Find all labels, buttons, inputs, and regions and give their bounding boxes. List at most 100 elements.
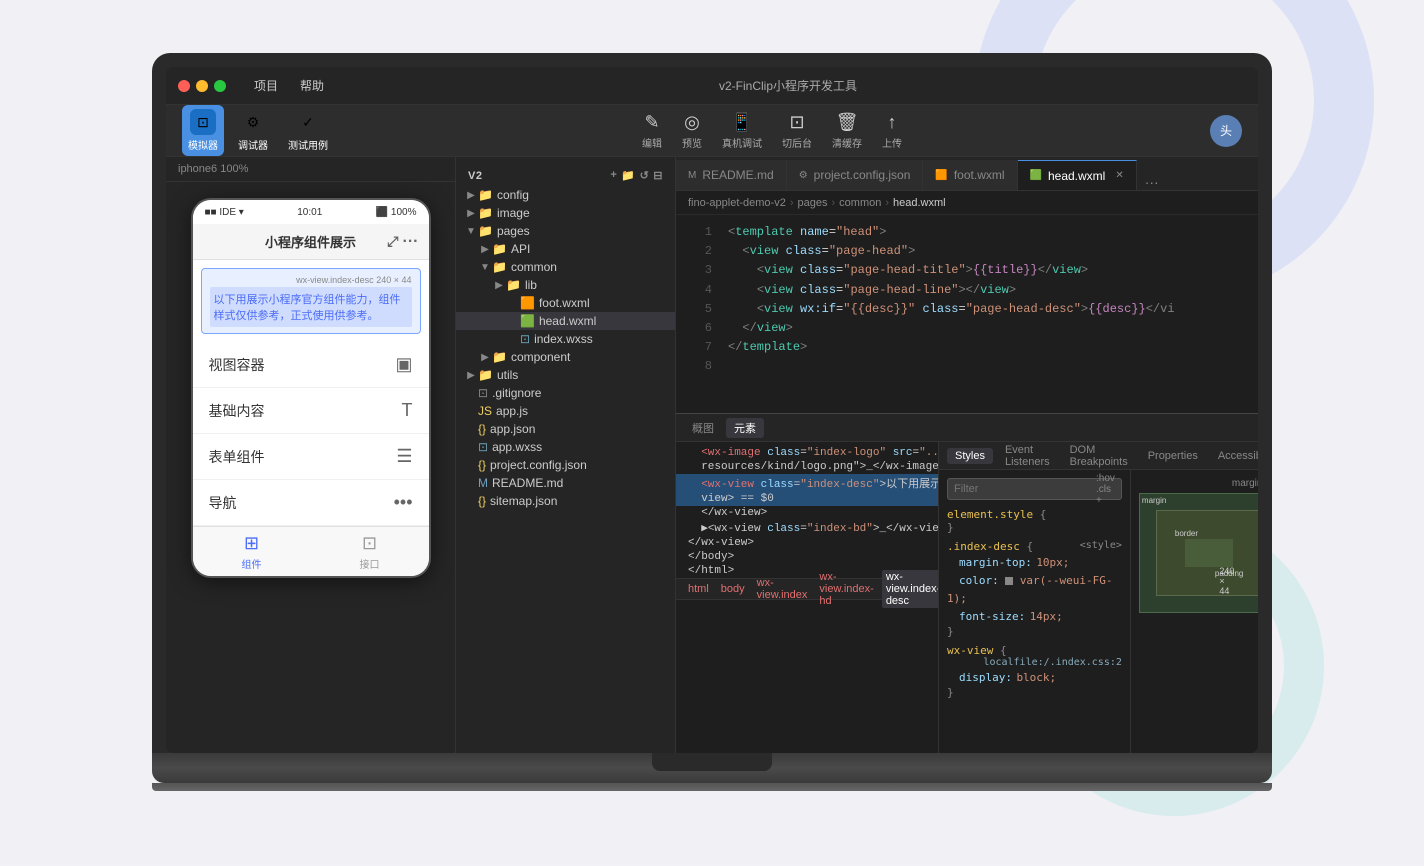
html-line-2[interactable]: <wx-view class="index-desc">以下用展示小程序官方组件…: [676, 474, 938, 492]
devtools-tab-elements[interactable]: 元素: [726, 418, 764, 438]
tree-new-file-icon[interactable]: +: [610, 169, 617, 182]
breadcrumb-item-3[interactable]: head.wxml: [893, 197, 946, 209]
el-bc-wxview-hd[interactable]: wx-view.index-hd: [815, 570, 877, 608]
window-title: v2-FinClip小程序开发工具: [330, 77, 1246, 94]
tree-item-label-sitemap: sitemap.json: [490, 494, 557, 508]
tab-icon-config: ⚙: [799, 170, 808, 181]
filter-bar[interactable]: :hov .cls +: [947, 478, 1122, 500]
tab-more-icon[interactable]: ···: [1137, 174, 1167, 190]
tree-item-pages[interactable]: ▼ 📁 pages: [456, 222, 675, 240]
tab-close-icon[interactable]: ✕: [1115, 170, 1123, 181]
html-line-5[interactable]: ▶<wx-view class="index-bd">_</wx-view>: [676, 520, 938, 536]
edit-action[interactable]: ✎ 编辑: [642, 112, 662, 150]
tree-item-api[interactable]: ▶ 📁 API: [456, 240, 675, 258]
phone-frame: ■■ IDE ▾ 10:01 ⬛ 100% 小程序组件展示 ⤢ ···: [166, 182, 455, 753]
tree-item-lib[interactable]: ▶ 📁 lib: [456, 276, 675, 294]
styles-tab-listeners[interactable]: Event Listeners: [997, 442, 1058, 470]
tab-project-config[interactable]: ⚙ project.config.json: [787, 160, 924, 190]
el-bc-wxview[interactable]: wx-view.index: [753, 576, 812, 602]
list-item-2[interactable]: 表单组件 ☰: [193, 434, 429, 480]
tree-item-gitignore[interactable]: ⊡ .gitignore: [456, 384, 675, 402]
tree-item-image[interactable]: ▶ 📁 image: [456, 204, 675, 222]
tree-new-folder-icon[interactable]: 📁: [621, 169, 635, 182]
tree-item-component[interactable]: ▶ 📁 component: [456, 348, 675, 366]
simulate-button[interactable]: ⊡ 模拟器: [182, 105, 224, 156]
tree-item-utils[interactable]: ▶ 📁 utils: [456, 366, 675, 384]
toolbar-right: 头: [1210, 115, 1242, 147]
tree-collapse-icon[interactable]: ⊟: [653, 169, 663, 182]
test-button[interactable]: ✓ 测试用例: [282, 105, 334, 156]
nav-item-api[interactable]: ⊡ 接口: [311, 533, 429, 571]
list-item-0[interactable]: 视图容器 ▣: [193, 342, 429, 388]
el-bc-body[interactable]: body: [717, 582, 749, 596]
tree-item-project-config[interactable]: {} project.config.json: [456, 456, 675, 474]
tree-item-sitemap[interactable]: {} sitemap.json: [456, 492, 675, 510]
code-line-4: 4 <view class="page-head-line"></view>: [676, 281, 1258, 300]
tab-readme[interactable]: M README.md: [676, 160, 787, 190]
tree-item-app-json[interactable]: {} app.json: [456, 420, 675, 438]
tree-item-app-wxss[interactable]: ⊡ app.wxss: [456, 438, 675, 456]
tree-item-label-utils: utils: [497, 368, 518, 382]
styles-tab-accessibility[interactable]: Accessibility: [1210, 448, 1258, 464]
phone-content: wx-view.index-desc 240 × 44 以下用展示小程序官方组件…: [193, 268, 429, 526]
tab-icon-foot: 🟧: [935, 170, 947, 181]
file-wxss-icon: ⊡: [520, 332, 530, 346]
list-item-label-2: 表单组件: [209, 447, 265, 467]
html-line-1[interactable]: resources/kind/logo.png">_</wx-image>: [676, 460, 938, 474]
html-line-6[interactable]: </wx-view>: [676, 536, 938, 550]
list-item-3[interactable]: 导航 •••: [193, 480, 429, 526]
styles-tab-breakpoints[interactable]: DOM Breakpoints: [1062, 442, 1136, 470]
debug-button[interactable]: ⚙ 调试器: [232, 105, 274, 156]
breadcrumb-item-0[interactable]: fino-applet-demo-v2: [688, 197, 786, 209]
html-line-4[interactable]: </wx-view>: [676, 506, 938, 520]
code-line-8: 8: [676, 357, 1258, 376]
nav-item-component[interactable]: ⊞ 组件: [193, 533, 311, 571]
device-action[interactable]: 📱 真机调试: [722, 112, 762, 150]
tree-item-label-app-wxss: app.wxss: [492, 440, 542, 454]
breadcrumb-item-2[interactable]: common: [839, 197, 881, 209]
maximize-button[interactable]: [214, 80, 226, 92]
toolbar-left: ⊡ 模拟器 ⚙ 调试器 ✓ 测试用例: [182, 105, 334, 156]
menu-item-project[interactable]: 项目: [248, 75, 284, 96]
el-bc-wxview-desc[interactable]: wx-view.index-desc: [882, 570, 938, 608]
cut-action[interactable]: ⊡ 切后台: [782, 112, 812, 150]
tree-item-head-wxml[interactable]: 🟩 head.wxml: [456, 312, 675, 330]
cache-action[interactable]: 🗑 清缓存: [832, 112, 862, 150]
preview-action[interactable]: ◎ 预览: [682, 112, 702, 150]
html-line-7[interactable]: </body>: [676, 550, 938, 564]
file-json-icon: {}: [478, 422, 486, 436]
tree-item-common[interactable]: ▼ 📁 common: [456, 258, 675, 276]
el-bc-html[interactable]: html: [684, 582, 713, 596]
html-line-0[interactable]: <wx-image class="index-logo" src="../res…: [676, 446, 938, 460]
tree-item-app-js[interactable]: JS app.js: [456, 402, 675, 420]
menu-item-help[interactable]: 帮助: [294, 75, 330, 96]
styles-tab-styles[interactable]: Styles: [947, 448, 993, 464]
tab-foot-wxml[interactable]: 🟧 foot.wxml: [923, 160, 1017, 190]
user-avatar[interactable]: 头: [1210, 115, 1242, 147]
minimize-button[interactable]: [196, 80, 208, 92]
tree-item-foot-wxml[interactable]: 🟧 foot.wxml: [456, 294, 675, 312]
tab-icon-head: 🟩: [1030, 170, 1042, 181]
edit-label: 编辑: [642, 135, 662, 150]
tree-item-label-readme: README.md: [492, 476, 563, 490]
tab-head-wxml[interactable]: 🟩 head.wxml ✕: [1018, 160, 1137, 190]
html-line-3[interactable]: view> == $0: [676, 492, 938, 506]
tree-item-index-wxss[interactable]: ⊡ index.wxss: [456, 330, 675, 348]
phone-time: 10:01: [297, 207, 322, 218]
upload-action[interactable]: ↑ 上传: [882, 112, 902, 150]
tree-refresh-icon[interactable]: ↺: [640, 169, 650, 182]
breadcrumb-item-1[interactable]: pages: [798, 197, 828, 209]
devtools-tab-overview[interactable]: 概图: [684, 418, 722, 438]
nav-label-api: 接口: [360, 556, 380, 571]
filter-input[interactable]: [954, 483, 1096, 495]
code-editor[interactable]: 1 <template name="head"> 2 <view class="…: [676, 215, 1258, 413]
tree-item-label-common: common: [511, 260, 557, 274]
tree-item-readme[interactable]: M README.md: [456, 474, 675, 492]
filter-pseudo[interactable]: :hov .cls +: [1096, 473, 1115, 506]
code-line-7: 7 </template>: [676, 338, 1258, 357]
folder-icon: 📁: [506, 278, 521, 292]
list-item-1[interactable]: 基础内容 T: [193, 388, 429, 434]
close-button[interactable]: [178, 80, 190, 92]
styles-tab-properties[interactable]: Properties: [1140, 448, 1206, 464]
tree-item-config[interactable]: ▶ 📁 config: [456, 186, 675, 204]
